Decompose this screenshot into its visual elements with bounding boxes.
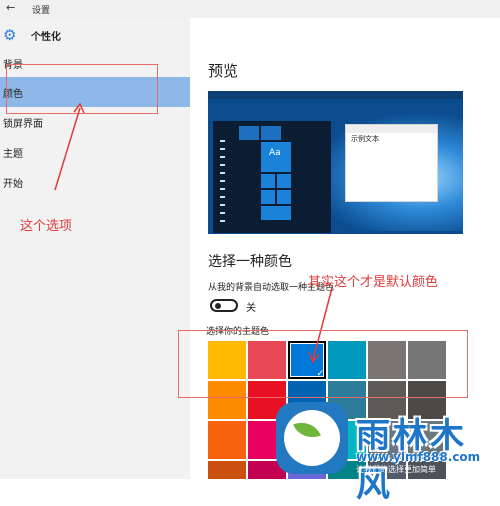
watermark-url: www.ylmf888.com — [356, 450, 481, 464]
annotation-arrow-colors — [54, 107, 81, 191]
watermark-logo — [276, 402, 348, 474]
watermark-logo-circle — [284, 410, 340, 466]
watermark: 雨林木风 www.ylmf888.com 让我们的选择更加简单 — [276, 402, 490, 505]
annotation-default-note: 其实这个才是默认颜色 — [308, 275, 439, 290]
annotation-option-note: 这个选项 — [20, 219, 73, 234]
annotation-box-swatches — [178, 330, 468, 398]
watermark-tagline: 让我们的选择更加简单 — [356, 465, 436, 474]
